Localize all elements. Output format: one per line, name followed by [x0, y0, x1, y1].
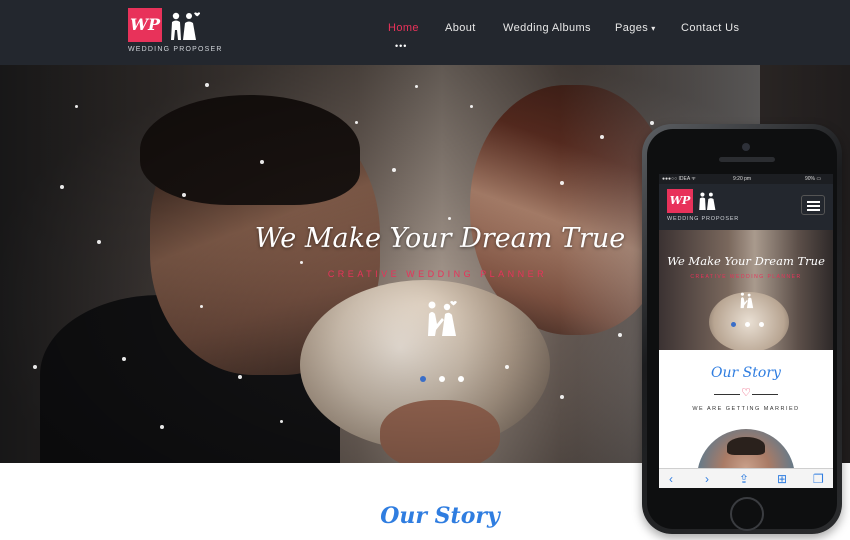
forward-arrow-icon[interactable]: ›: [705, 471, 709, 487]
groom-avatar-hair: [727, 437, 765, 455]
snowflake: [60, 185, 64, 189]
snowflake: [122, 357, 126, 361]
snowflake: [355, 121, 358, 124]
active-nav-indicator: •••: [395, 41, 408, 51]
couple-silhouette-icon: [740, 292, 754, 309]
share-icon[interactable]: ⇪: [739, 471, 749, 487]
mobile-slider-dot-3[interactable]: [759, 322, 764, 327]
phone-bezel: ●●●○○ IDEA ᯤ 9:20 pm 90% ▭ WP WEDDING PR…: [647, 129, 837, 531]
snowflake: [182, 193, 186, 197]
mobile-slider-dot-2[interactable]: [745, 322, 750, 327]
snowflake: [238, 375, 242, 379]
snowflake: [160, 425, 164, 429]
phone-speaker: [719, 157, 775, 162]
snowflake: [560, 181, 564, 185]
mobile-hero-title: We Make Your Dream True: [667, 254, 825, 268]
snowflake: [415, 85, 418, 88]
nav-pages[interactable]: Pages ▾: [615, 22, 656, 34]
nav-wedding-albums[interactable]: Wedding Albums: [503, 22, 591, 34]
snowflake: [560, 395, 564, 399]
top-navbar: WP WEDDING PROPOSER Home About Wedding A…: [0, 0, 850, 65]
mobile-brand-name: WEDDING PROPOSER: [667, 216, 740, 222]
snowflake: [280, 420, 283, 423]
phone-mockup: ●●●○○ IDEA ᯤ 9:20 pm 90% ▭ WP WEDDING PR…: [642, 124, 842, 534]
heart-icon: ♡: [740, 387, 752, 399]
slider-dot-2[interactable]: [439, 376, 445, 382]
brand-name: WEDDING PROPOSER: [128, 46, 223, 53]
bookmarks-icon[interactable]: ⊞: [777, 471, 787, 487]
nav-home[interactable]: Home: [388, 22, 419, 34]
snowflake: [260, 160, 264, 164]
snowflake: [33, 365, 37, 369]
mobile-hero: We Make Your Dream True CREATIVE WEDDING…: [659, 230, 833, 350]
snowflake: [470, 105, 473, 108]
phone-camera: [742, 143, 750, 151]
snowflake: [650, 121, 654, 125]
slider-dot-1[interactable]: [420, 376, 426, 382]
nav-about[interactable]: About: [445, 22, 476, 34]
snowflake: [300, 261, 303, 264]
status-carrier: ●●●○○ IDEA ᯤ: [662, 176, 696, 182]
safari-toolbar: ‹ › ⇪ ⊞ ❐: [659, 468, 833, 488]
snowflake: [448, 217, 451, 220]
mobile-section-title-our-story: Our Story: [711, 365, 781, 381]
mobile-hero-subtitle: CREATIVE WEDDING PLANNER: [690, 274, 802, 280]
chevron-down-icon: ▾: [651, 24, 656, 33]
snowflake: [75, 105, 78, 108]
status-battery: 90% ▭: [805, 176, 822, 182]
status-time: 9:20 pm: [733, 176, 752, 182]
snowflake: [205, 83, 209, 87]
main-navigation: Home About Wedding Albums Pages ▾ Contact…: [0, 22, 850, 42]
snowflake: [600, 135, 604, 139]
snowflake: [505, 365, 509, 369]
snowflake: [200, 305, 203, 308]
mobile-header: WP WEDDING PROPOSER: [659, 184, 833, 230]
phone-status-bar: ●●●○○ IDEA ᯤ 9:20 pm 90% ▭: [659, 174, 833, 184]
phone-home-button[interactable]: [730, 497, 764, 531]
phone-screen: ●●●○○ IDEA ᯤ 9:20 pm 90% ▭ WP WEDDING PR…: [659, 174, 833, 488]
nav-contact-us[interactable]: Contact Us: [681, 22, 739, 34]
couple-logo-icon: [699, 192, 716, 211]
snowflake: [618, 333, 622, 337]
mobile-logo-initials[interactable]: WP: [667, 189, 693, 213]
nav-pages-label: Pages: [615, 22, 649, 34]
couple-silhouette-icon: [428, 301, 457, 336]
hamburger-menu-icon[interactable]: [801, 195, 825, 215]
snowflake: [392, 168, 396, 172]
mobile-slider-dot-1[interactable]: [731, 322, 736, 327]
slider-dot-3[interactable]: [458, 376, 464, 382]
back-arrow-icon[interactable]: ‹: [669, 471, 673, 487]
mobile-tagline: WE ARE GETTING MARRIED: [692, 406, 800, 412]
tabs-icon[interactable]: ❐: [813, 471, 824, 487]
